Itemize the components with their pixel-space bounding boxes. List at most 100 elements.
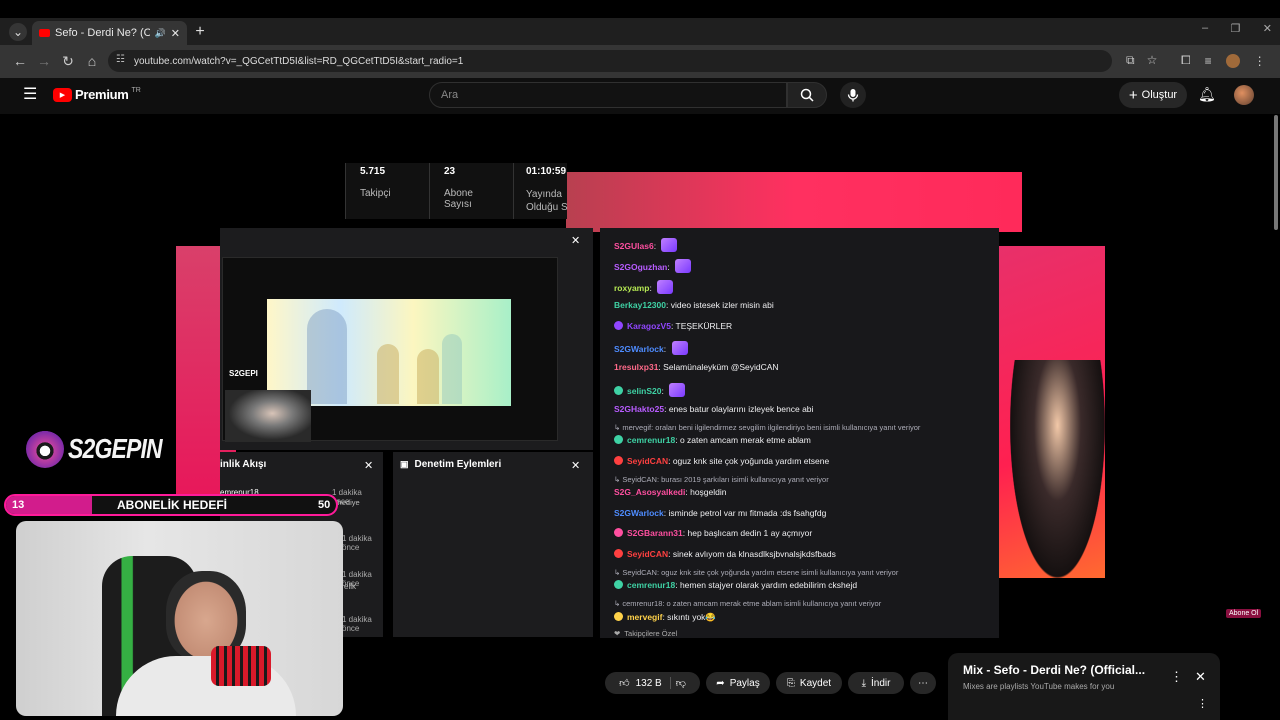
subscribers-label: Abone Sayısı xyxy=(444,188,473,210)
address-bar[interactable]: ☷ youtube.com/watch?v=_QGCetTtD5I&list=R… xyxy=(108,50,1112,72)
chat-username[interactable]: roxyamp xyxy=(614,283,649,293)
mix-more-icon[interactable]: ⋮ xyxy=(1197,697,1208,710)
search-button[interactable] xyxy=(787,82,827,108)
more-actions-button[interactable]: ⋯ xyxy=(910,672,936,694)
dancer-silhouette xyxy=(1010,360,1105,578)
chat-message[interactable]: selinS20: xyxy=(614,383,686,397)
chat-reply-context: ↳ mervegif: oraları beni ilgilendirmez s… xyxy=(614,422,920,432)
share-label: Paylaş xyxy=(729,677,760,689)
profile-avatar[interactable] xyxy=(1225,53,1240,68)
chat-message[interactable]: Berkay12300: video istesek izler misin a… xyxy=(614,300,774,310)
chat-text: video istesek izler misin abi xyxy=(670,300,774,310)
chat-username[interactable]: Berkay12300 xyxy=(614,300,666,310)
tab-search-chevron-icon[interactable]: ⌄ xyxy=(9,23,27,41)
chat-emote-icon xyxy=(661,238,678,252)
site-info-icon[interactable]: ☷ xyxy=(116,54,125,65)
window-close-icon[interactable]: ✕ xyxy=(1263,22,1272,35)
chat-username[interactable]: S2GWarlock xyxy=(614,344,664,354)
chat-username[interactable]: S2G_Asosyalkedi xyxy=(614,487,685,497)
chat-username[interactable]: SeyidCAN xyxy=(627,456,668,466)
chat-message[interactable]: S2GBarann31: hep başlıcam dedin 1 ay açm… xyxy=(614,528,812,538)
download-button[interactable]: ⤓ İndir xyxy=(848,672,904,694)
chat-badge-icon xyxy=(614,528,623,537)
home-icon[interactable]: ⌂ xyxy=(84,53,100,69)
restore-icon[interactable]: ❐ xyxy=(1231,22,1241,35)
browser-tab[interactable]: Sefo - Derdi Ne? (Official Vi 🔊 ✕ xyxy=(32,21,187,45)
reload-icon[interactable]: ↻ xyxy=(60,53,76,69)
chat-message[interactable]: roxyamp: xyxy=(614,280,674,294)
chat-username[interactable]: cemrenur18 xyxy=(627,435,675,445)
chat-username[interactable]: S2GOguzhan xyxy=(614,262,667,272)
chat-message[interactable]: mervegif: sıkıntı yok😂 xyxy=(614,612,716,623)
clipboard-icon: ▣ xyxy=(400,459,409,469)
chat-username[interactable]: S2GBarann31 xyxy=(627,528,683,538)
save-button[interactable]: ⎘ Kaydet xyxy=(776,672,842,694)
mix-close-icon[interactable]: ✕ xyxy=(1195,669,1206,685)
chat-text: sıkıntı yok😂 xyxy=(667,612,717,622)
forward-arrow-icon[interactable]: → xyxy=(36,53,52,69)
chat-username[interactable]: 1resulxp31 xyxy=(614,362,658,372)
share-button[interactable]: ➦ Paylaş xyxy=(706,672,770,694)
reply-text: ↳ cemrenur18: o zaten amcam merak etme a… xyxy=(614,599,882,608)
account-avatar[interactable] xyxy=(1234,85,1254,105)
voice-search-button[interactable] xyxy=(840,82,866,108)
install-app-icon[interactable]: ⧉ xyxy=(1126,53,1135,68)
activity-time: 1 dakika önce xyxy=(332,488,362,506)
chat-badge-icon xyxy=(614,580,623,589)
chat-username[interactable]: S2GUlas6 xyxy=(614,241,654,251)
chat-message[interactable]: S2GUlas6: xyxy=(614,238,678,252)
hamburger-menu-icon[interactable]: ☰ xyxy=(23,87,37,103)
mix-title[interactable]: Mix - Sefo - Derdi Ne? (Official... xyxy=(963,663,1145,677)
bookmark-star-icon[interactable]: ☆ xyxy=(1147,53,1158,68)
chat-username[interactable]: SeyidCAN xyxy=(627,549,668,559)
chat-message[interactable]: S2GHakto25: enes batur olaylarını izleye… xyxy=(614,404,813,414)
chat-message[interactable]: KaragozV5: TEŞEKÜRLER xyxy=(614,321,732,331)
chat-username[interactable]: KaragozV5 xyxy=(627,321,671,331)
like-button[interactable]: 👍︎ 132 B xyxy=(619,677,671,689)
chat-message[interactable]: SeyidCAN: oguz knk site çok yoğunda yard… xyxy=(614,456,829,466)
new-tab-button[interactable]: + xyxy=(191,23,209,41)
search-input[interactable]: Ara xyxy=(429,82,787,108)
dislike-button[interactable]: 👎︎ xyxy=(676,677,686,689)
reply-text: ↳ SeyidCAN: oguz knk site çok yoğunda ya… xyxy=(614,568,899,577)
extensions-icon[interactable]: ⧠ xyxy=(1181,53,1191,68)
logo-region: TR xyxy=(131,87,141,94)
reply-text: ↳ SeyidCAN: burası 2019 şarkıları isimli… xyxy=(614,475,829,484)
search-icon xyxy=(800,88,814,102)
media-control-icon[interactable]: ≡ xyxy=(1205,54,1212,68)
page-scrollbar[interactable] xyxy=(1274,115,1278,230)
notifications-bell-icon[interactable]: 🔔︎ xyxy=(1198,86,1216,103)
uptime-label: Yayında Olduğu S xyxy=(526,189,568,213)
chat-username[interactable]: mervegif xyxy=(627,612,662,622)
back-arrow-icon[interactable]: ← xyxy=(12,53,28,69)
chat-message[interactable]: cemrenur18: hemen stajyer olarak yardım … xyxy=(614,580,857,590)
chat-message[interactable]: S2GOguzhan: xyxy=(614,259,692,273)
chat-footer-text: Takipçilere Özel xyxy=(624,629,678,638)
mini-webcam xyxy=(225,390,311,442)
mix-menu-icon[interactable]: ⋮ xyxy=(1170,669,1183,685)
mod-close-icon[interactable]: ✕ xyxy=(571,459,580,472)
chat-username[interactable]: S2GHakto25 xyxy=(614,404,664,414)
youtube-premium-logo[interactable]: ▶ Premium TR xyxy=(53,87,141,102)
chat-text: Selamünaleyküm @SeyidCAN xyxy=(663,362,779,372)
chat-message[interactable]: SeyidCAN: sinek avlıyom da klnasdlksjbvn… xyxy=(614,549,836,559)
chat-message[interactable]: 1resulxp31: Selamünaleyküm @SeyidCAN xyxy=(614,362,779,372)
chat-badge-icon xyxy=(614,612,623,621)
tab-close-icon[interactable]: ✕ xyxy=(171,27,180,40)
chat-text: hemen stajyer olarak yardım edebilirim c… xyxy=(679,580,858,590)
chat-message[interactable]: S2GWarlock: isminde petrol var mı fitmad… xyxy=(614,508,826,518)
chat-message[interactable]: cemrenur18: o zaten amcam merak etme abl… xyxy=(614,435,811,445)
mini-brand: S2GEPI xyxy=(229,369,258,378)
activity-close-icon[interactable]: ✕ xyxy=(364,459,373,472)
browser-menu-icon[interactable]: ⋮ xyxy=(1254,54,1266,68)
chat-message[interactable]: S2GWarlock: xyxy=(614,341,688,355)
chat-username[interactable]: selinS20 xyxy=(627,386,662,396)
create-button[interactable]: + Oluştur xyxy=(1119,82,1187,108)
speaker-icon[interactable]: 🔊 xyxy=(155,28,166,39)
chat-message[interactable]: S2G_Asosyalkedi: hoşgeldin xyxy=(614,487,726,497)
panel-close-icon[interactable]: ✕ xyxy=(571,234,580,247)
chat-username[interactable]: S2GWarlock xyxy=(614,508,664,518)
chat-username[interactable]: cemrenur18 xyxy=(627,580,675,590)
minimize-icon[interactable]: – xyxy=(1202,22,1208,35)
create-label: Oluştur xyxy=(1141,89,1178,101)
